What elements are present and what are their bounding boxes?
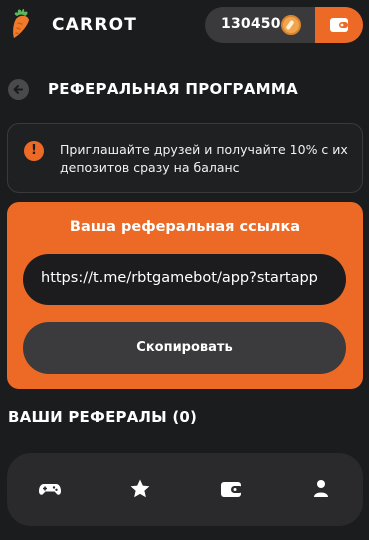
info-text: Приглашайте друзей и получайте 10% с их …: [60, 142, 348, 175]
user-icon: [314, 480, 328, 497]
balance-value: 130450: [221, 16, 281, 32]
referrals-heading: ВАШИ РЕФЕРАЛЫ (0): [8, 408, 198, 426]
gamepad-icon: [39, 484, 61, 495]
copy-button[interactable]: Скопировать: [23, 322, 346, 374]
page-title: РЕФЕРАЛЬНАЯ ПРОГРАММА: [48, 80, 299, 98]
nav-item-favorites[interactable]: [128, 477, 156, 501]
balance-pill: 130450: [205, 7, 363, 43]
exclamation-icon: !: [24, 141, 44, 161]
coin-icon: [281, 15, 301, 35]
nav-item-games[interactable]: [38, 477, 66, 501]
carrot-logo: [8, 8, 36, 40]
arrow-left-icon: [13, 85, 23, 94]
nav-item-wallet[interactable]: [219, 477, 247, 501]
app-header: CARROT 130450: [0, 0, 369, 50]
bottom-nav: [7, 453, 363, 526]
referral-title: Ваша реферальная ссылка: [69, 219, 301, 235]
wallet-button[interactable]: [315, 7, 363, 43]
info-notice: ! Приглашайте друзей и получайте 10% с и…: [7, 123, 363, 193]
wallet-icon: [330, 18, 348, 32]
star-icon: [130, 479, 150, 498]
back-button[interactable]: [8, 79, 29, 100]
referral-card: Ваша реферальная ссылка https://t.me/rbt…: [7, 202, 363, 389]
brand-name: CARROT: [52, 15, 138, 35]
referral-link-text[interactable]: https://t.me/rbtgamebot/app?startapp: [41, 270, 318, 286]
copy-button-label: Скопировать: [136, 340, 233, 355]
nav-item-profile[interactable]: [309, 477, 337, 501]
wallet-icon: [221, 482, 243, 497]
referral-link-field[interactable]: https://t.me/rbtgamebot/app?startapp: [23, 254, 346, 305]
